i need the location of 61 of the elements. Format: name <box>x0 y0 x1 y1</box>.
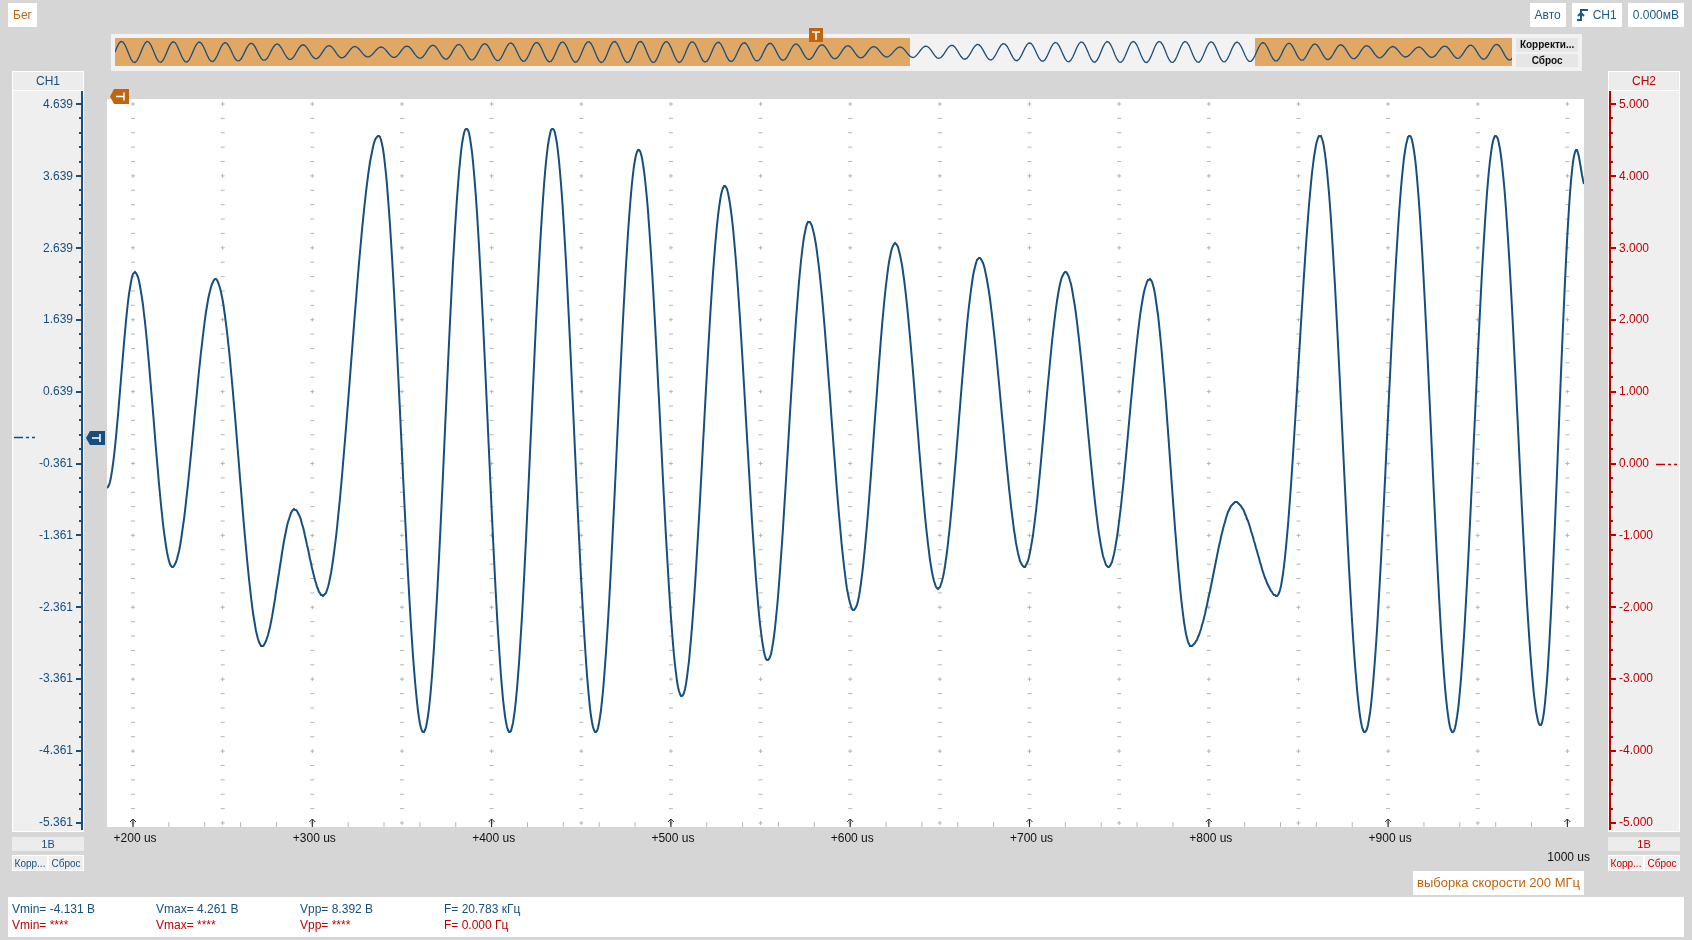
volts-per-div: 1В <box>1608 837 1680 851</box>
axis-tick-label: -1.361 <box>38 527 73 542</box>
channel-label: CH1 <box>12 71 84 91</box>
axis-tick-label: 4.639 <box>42 97 73 111</box>
axis-tick-label: 1.000 <box>1619 384 1650 399</box>
measurement-readout: Vpp= **** <box>300 917 352 933</box>
measurement-readout: Vmax= **** <box>156 917 217 933</box>
axis-tick-label: 1.639 <box>42 312 73 327</box>
zero-level-line <box>1656 463 1678 466</box>
run-state-button[interactable]: Бег <box>8 3 37 27</box>
axis-tick-label: 3.639 <box>42 168 73 183</box>
time-tick-label: +300 us <box>292 831 336 845</box>
overview-button[interactable]: Сброс <box>1516 53 1578 67</box>
channel-button[interactable]: Сброс <box>49 856 83 870</box>
axis-tick-label: 2.639 <box>42 240 73 255</box>
time-tick-label: +700 us <box>1010 831 1054 845</box>
axis-tick-label: -5.361 <box>38 814 73 829</box>
trigger-level-button[interactable]: 0.000мВ <box>1627 3 1684 27</box>
rising-edge-icon <box>1576 8 1589 22</box>
volts-per-div: 1В <box>12 837 84 851</box>
axis-tick-label: -2.361 <box>38 599 73 614</box>
trigger-position-marker[interactable] <box>809 28 823 42</box>
axis-tick-label: 0.639 <box>42 384 73 399</box>
time-tick-label: +400 us <box>472 831 516 845</box>
axis-tick-label: 2.000 <box>1619 312 1650 327</box>
axis-tick-label: -0.361 <box>38 456 73 470</box>
trigger-source-button[interactable]: CH1 <box>1571 3 1622 27</box>
time-tick-label: +500 us <box>651 831 695 845</box>
measurement-readout: Vmax= 4.261 В <box>156 901 240 917</box>
time-tick-label: +600 us <box>830 831 874 845</box>
channel-label: CH2 <box>1608 71 1680 91</box>
axis-tick-label: -3.361 <box>38 671 73 686</box>
axis-tick-label: -4.000 <box>1619 743 1654 758</box>
axis-tick-label: -3.000 <box>1619 671 1654 686</box>
axis-tick-label: 0.000 <box>1619 456 1650 470</box>
channel-button[interactable]: Сброс <box>1645 856 1679 870</box>
axis-tick-label: 3.000 <box>1619 240 1650 255</box>
channel-button[interactable]: Корр... <box>1609 856 1643 870</box>
measurement-readout: Vmin= -4.131 В <box>12 901 97 917</box>
capture-overview-drawing[interactable] <box>115 38 1513 66</box>
time-tick-label: +800 us <box>1189 831 1233 845</box>
axis-tick-label: -2.000 <box>1619 599 1654 614</box>
time-tick-label: +200 us <box>113 831 157 845</box>
axis-tick-label: -1.000 <box>1619 527 1654 542</box>
channel-button[interactable]: Корр... <box>13 856 47 870</box>
overview-button[interactable]: Корректи... <box>1516 38 1578 52</box>
measurement-readout: Vpp= 8.392 В <box>300 901 375 917</box>
sample-rate-label: выборка скорости 200 МГц <box>1413 871 1584 895</box>
axis-tick-label: 4.000 <box>1619 168 1650 183</box>
zero-level-line <box>14 436 36 439</box>
trigger-mode-button[interactable]: Авто <box>1529 3 1566 27</box>
measurement-readout: F= 20.783 кГц <box>444 901 522 917</box>
time-end-label: 1000 us <box>1547 850 1590 864</box>
trigger-level-marker[interactable] <box>110 89 129 104</box>
time-tick-label: +900 us <box>1368 831 1412 845</box>
axis-tick-label: -4.361 <box>38 743 73 758</box>
axis-tick-label: 5.000 <box>1619 97 1650 111</box>
axis-tick-label: -5.000 <box>1619 814 1654 829</box>
measurement-readout: F= 0.000 Гц <box>444 917 510 933</box>
channel-offset-marker[interactable] <box>86 430 105 446</box>
measurement-readout: Vmin= **** <box>12 917 70 933</box>
